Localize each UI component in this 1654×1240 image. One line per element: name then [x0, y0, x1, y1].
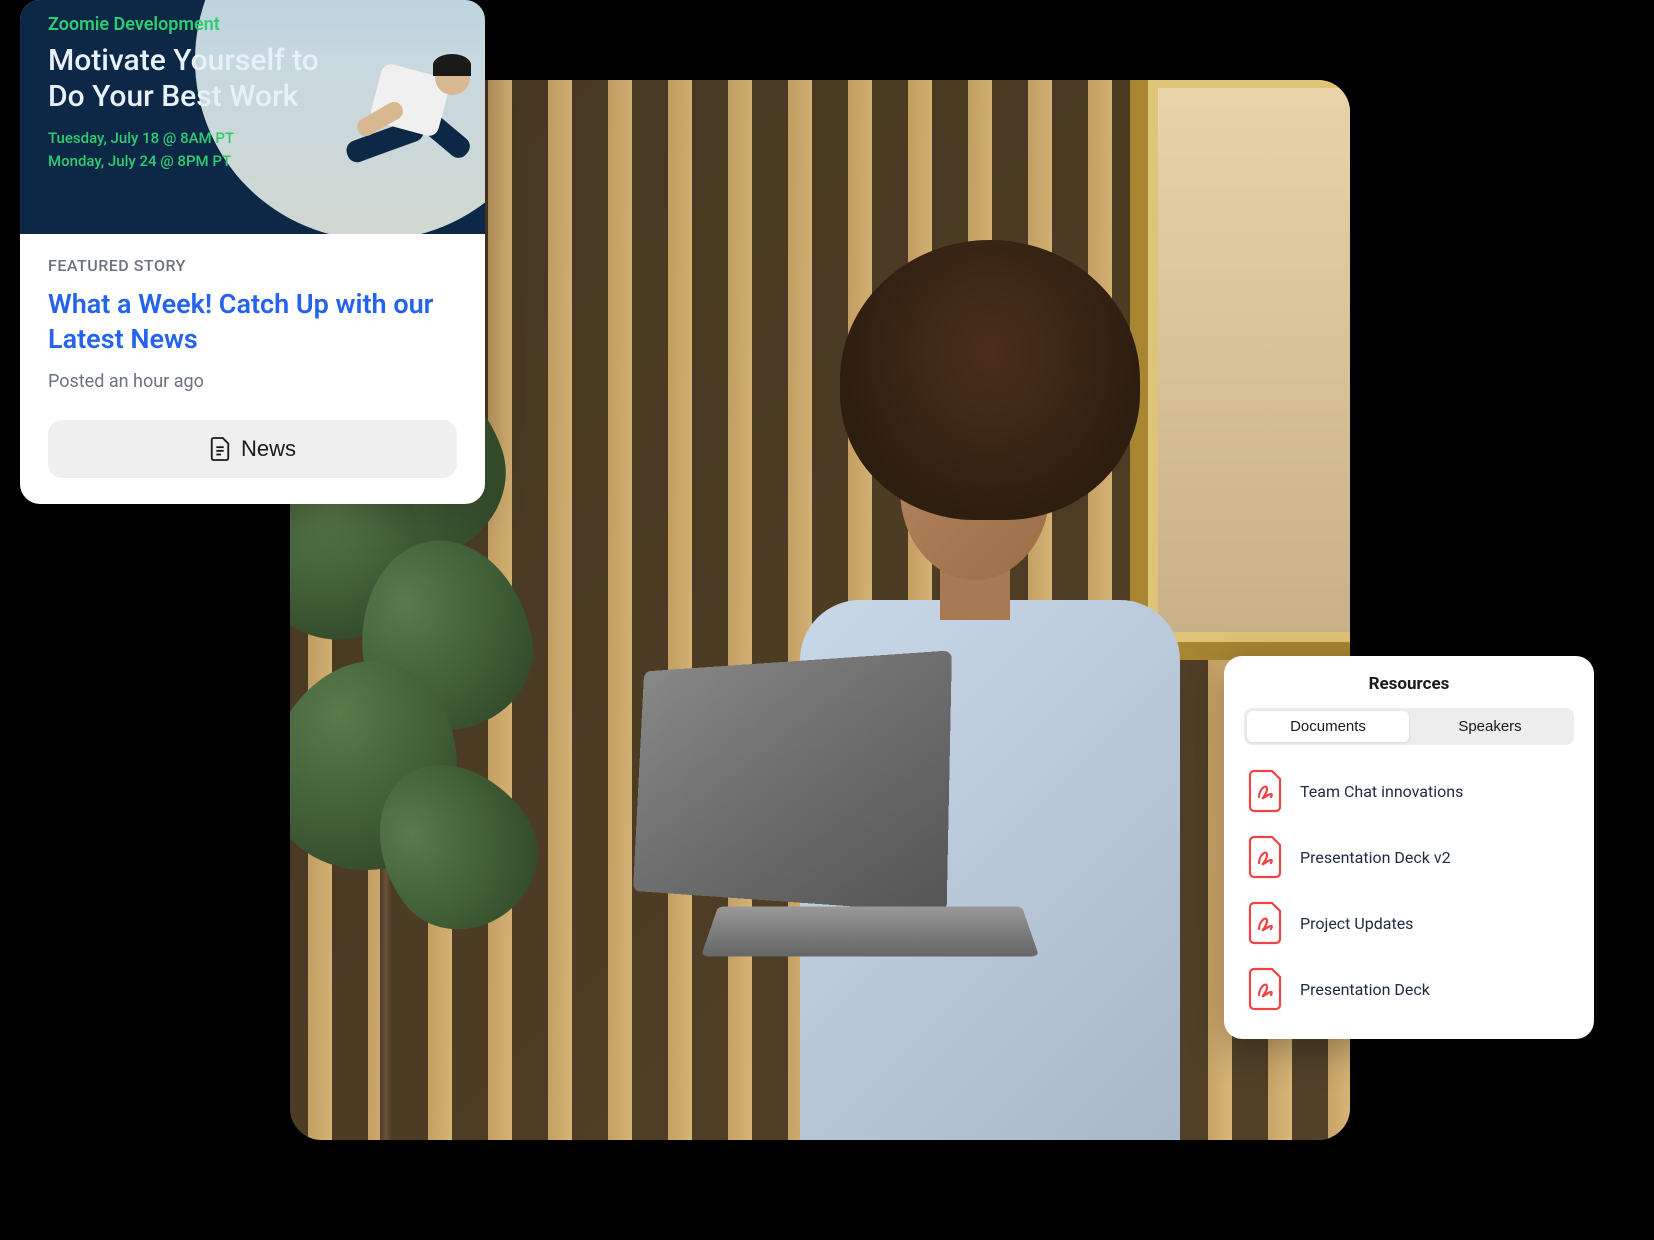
resource-name: Presentation Deck [1300, 980, 1430, 999]
resource-item[interactable]: Presentation Deck [1246, 967, 1572, 1011]
story-date: Tuesday, July 18 @ 8AM PT [48, 127, 457, 150]
resources-panel: Resources Documents Speakers Team Chat i… [1224, 656, 1594, 1039]
news-button[interactable]: News [48, 420, 457, 478]
resource-name: Presentation Deck v2 [1300, 848, 1451, 867]
pdf-icon [1246, 769, 1284, 813]
resource-item[interactable]: Team Chat innovations [1246, 769, 1572, 813]
story-hero: Zoomie Development Motivate Yourself to … [20, 0, 485, 234]
resource-item[interactable]: Presentation Deck v2 [1246, 835, 1572, 879]
resources-tabs: Documents Speakers [1244, 708, 1574, 745]
resources-title: Resources [1244, 674, 1574, 694]
featured-story-card: Zoomie Development Motivate Yourself to … [20, 0, 485, 504]
pdf-icon [1246, 901, 1284, 945]
pdf-icon [1246, 835, 1284, 879]
story-posted-time: Posted an hour ago [48, 371, 457, 392]
tab-documents[interactable]: Documents [1247, 711, 1409, 742]
document-icon [209, 436, 231, 462]
resource-list: Team Chat innovations Presentation Deck … [1244, 765, 1574, 1015]
resource-item[interactable]: Project Updates [1246, 901, 1572, 945]
story-date: Monday, July 24 @ 8PM PT [48, 150, 457, 173]
story-hero-title: Motivate Yourself to Do Your Best Work [48, 43, 338, 115]
resource-name: Project Updates [1300, 914, 1413, 933]
pdf-icon [1246, 967, 1284, 1011]
news-button-label: News [241, 436, 296, 462]
featured-label: FEATURED STORY [48, 256, 457, 275]
tab-speakers[interactable]: Speakers [1409, 711, 1571, 742]
story-headline-link[interactable]: What a Week! Catch Up with our Latest Ne… [48, 287, 457, 357]
story-dates: Tuesday, July 18 @ 8AM PT Monday, July 2… [48, 127, 457, 172]
resource-name: Team Chat innovations [1300, 782, 1463, 801]
story-brand: Zoomie Development [48, 14, 457, 35]
